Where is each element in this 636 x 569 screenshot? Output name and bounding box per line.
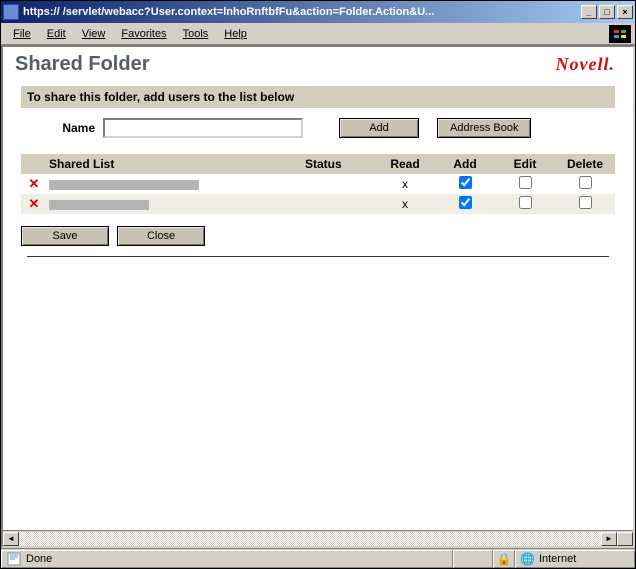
edit-checkbox[interactable] bbox=[519, 196, 532, 209]
name-label: Name bbox=[21, 121, 99, 135]
save-button[interactable]: Save bbox=[21, 226, 109, 246]
menu-file[interactable]: File bbox=[5, 26, 39, 42]
brand-logo: Novell. bbox=[556, 54, 621, 75]
action-buttons: Save Close bbox=[21, 226, 615, 246]
ie-page-icon bbox=[6, 552, 22, 566]
header-delete: Delete bbox=[555, 157, 615, 171]
header-shared-list: Shared List bbox=[47, 157, 305, 171]
address-book-button[interactable]: Address Book bbox=[437, 118, 531, 138]
horizontal-scrollbar[interactable]: ◄ ► bbox=[3, 530, 633, 546]
globe-icon: 🌐 bbox=[520, 552, 535, 566]
status-text: Done bbox=[26, 553, 52, 565]
scroll-right-icon[interactable]: ► bbox=[601, 532, 617, 546]
window-url: https:// /servlet/webacc?User.context=ln… bbox=[23, 6, 579, 18]
shared-list-header: Shared List Status Read Add Edit Delete bbox=[21, 154, 615, 174]
status-bar: Done 🔒 🌐 Internet bbox=[1, 548, 635, 568]
delete-checkbox[interactable] bbox=[579, 196, 592, 209]
separator bbox=[27, 256, 609, 257]
maximize-button[interactable]: □ bbox=[599, 5, 615, 19]
scroll-left-icon[interactable]: ◄ bbox=[3, 532, 19, 546]
scroll-track[interactable] bbox=[19, 532, 601, 546]
add-checkbox[interactable] bbox=[459, 196, 472, 209]
window-titlebar: https:// /servlet/webacc?User.context=ln… bbox=[1, 1, 635, 23]
header-add: Add bbox=[435, 157, 495, 171]
menu-favorites[interactable]: Favorites bbox=[113, 26, 174, 42]
table-row: ✕ x bbox=[21, 194, 615, 214]
resize-grip[interactable] bbox=[617, 532, 633, 546]
remove-icon[interactable]: ✕ bbox=[21, 196, 47, 212]
menu-edit[interactable]: Edit bbox=[39, 26, 74, 42]
name-input[interactable] bbox=[103, 118, 303, 138]
read-cell: x bbox=[375, 197, 435, 211]
ie-throbber-icon bbox=[609, 25, 631, 43]
name-input-row: Name Add Address Book bbox=[21, 118, 615, 138]
delete-checkbox[interactable] bbox=[579, 176, 592, 189]
table-row: ✕ x bbox=[21, 174, 615, 194]
add-checkbox[interactable] bbox=[459, 176, 472, 189]
menu-view[interactable]: View bbox=[74, 26, 114, 42]
user-name-redacted bbox=[49, 200, 149, 210]
close-button[interactable]: Close bbox=[117, 226, 205, 246]
header-status: Status bbox=[305, 157, 375, 171]
lock-icon: 🔒 bbox=[497, 552, 512, 566]
page-title: Shared Folder bbox=[9, 47, 155, 82]
content-area: Shared Folder Novell. To share this fold… bbox=[1, 45, 635, 548]
remove-icon[interactable]: ✕ bbox=[21, 176, 47, 192]
user-name-redacted bbox=[49, 180, 199, 190]
ie-page-icon bbox=[3, 4, 19, 20]
instruction-text: To share this folder, add users to the l… bbox=[21, 86, 615, 108]
edit-checkbox[interactable] bbox=[519, 176, 532, 189]
menu-bar: File Edit View Favorites Tools Help bbox=[1, 23, 635, 45]
header-read: Read bbox=[375, 157, 435, 171]
read-cell: x bbox=[375, 177, 435, 191]
header-edit: Edit bbox=[495, 157, 555, 171]
menu-tools[interactable]: Tools bbox=[175, 26, 217, 42]
add-button[interactable]: Add bbox=[339, 118, 419, 138]
menu-help[interactable]: Help bbox=[216, 26, 255, 42]
window-buttons: _ □ × bbox=[579, 5, 633, 19]
close-window-button[interactable]: × bbox=[617, 5, 633, 19]
security-zone: Internet bbox=[539, 553, 576, 565]
minimize-button[interactable]: _ bbox=[581, 5, 597, 19]
